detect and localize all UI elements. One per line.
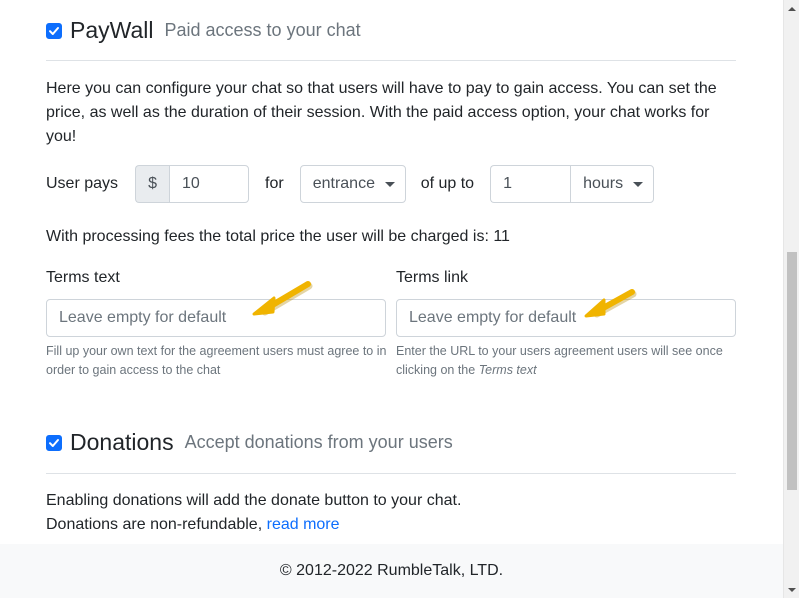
price-input[interactable]: 10: [169, 165, 250, 203]
duration-input-group: 1 hours: [490, 165, 655, 203]
terms-link-help: Enter the URL to your users agreement us…: [396, 342, 741, 380]
of-up-to-label: of up to: [420, 175, 475, 192]
copyright-text: © 2012-2022 RumbleTalk, LTD.: [279, 562, 504, 579]
footer: © 2012-2022 RumbleTalk, LTD.: [0, 544, 783, 598]
donations-checkbox[interactable]: [46, 434, 62, 451]
donations-header: Donations Accept donations from your use…: [46, 429, 453, 456]
terms-text-input[interactable]: Leave empty for default: [46, 299, 386, 337]
terms-text-label: Terms text: [46, 269, 120, 286]
currency-addon: $: [135, 165, 170, 203]
annotation-arrow-icon: [584, 289, 637, 318]
price-row: User pays $ 10 for entrance of up to 1 h…: [46, 165, 655, 203]
donations-divider: [46, 473, 736, 474]
vertical-scrollbar[interactable]: [783, 0, 799, 598]
read-more-link[interactable]: read more: [267, 516, 340, 533]
scroll-up-icon: [788, 6, 796, 11]
check-icon: [49, 438, 59, 447]
terms-link-input[interactable]: Leave empty for default: [396, 299, 736, 337]
donations-refund-text: Donations are non-refundable,: [46, 516, 263, 533]
access-type-value: entrance: [312, 175, 375, 192]
check-icon: [49, 26, 59, 35]
duration-input[interactable]: 1: [490, 165, 571, 203]
price-input-group: $ 10: [135, 165, 250, 203]
user-pays-label: User pays: [46, 175, 119, 192]
paywall-header: PayWall Paid access to your chat: [46, 17, 361, 44]
access-type-select[interactable]: entrance: [299, 165, 406, 203]
scroll-down-icon: [788, 587, 796, 592]
donations-subtitle: Accept donations from your users: [184, 432, 453, 452]
duration-unit-select[interactable]: hours: [570, 165, 655, 203]
for-label: for: [265, 175, 284, 192]
terms-link-help-text: Enter the URL to your users agreement us…: [396, 344, 723, 377]
settings-page: PayWall Paid access to your chat Here yo…: [0, 0, 783, 598]
caret-down-icon: [633, 181, 644, 187]
paywall-subtitle: Paid access to your chat: [164, 20, 361, 40]
paywall-description: Here you can configure your chat so that…: [46, 80, 717, 145]
donations-title: Donations: [70, 429, 174, 455]
duration-unit-value: hours: [583, 175, 624, 192]
scroll-down-button[interactable]: [784, 581, 799, 598]
caret-down-icon: [384, 181, 395, 187]
paywall-title: PayWall: [70, 17, 154, 43]
donations-line-2: Donations are non-refundable, read more: [46, 513, 736, 537]
terms-text-help: Fill up your own text for the agreement …: [46, 344, 387, 377]
annotation-arrow-icon: [252, 281, 313, 316]
terms-text-emphasis: Terms text: [478, 363, 537, 377]
fees-note: With processing fees the total price the…: [46, 228, 510, 245]
donations-line-1: Enabling donations will add the donate b…: [46, 492, 462, 509]
paywall-checkbox[interactable]: [46, 22, 62, 39]
terms-link-label: Terms link: [396, 269, 469, 286]
scroll-up-button[interactable]: [784, 0, 799, 17]
paywall-divider: [46, 60, 736, 61]
scroll-thumb[interactable]: [787, 252, 797, 490]
